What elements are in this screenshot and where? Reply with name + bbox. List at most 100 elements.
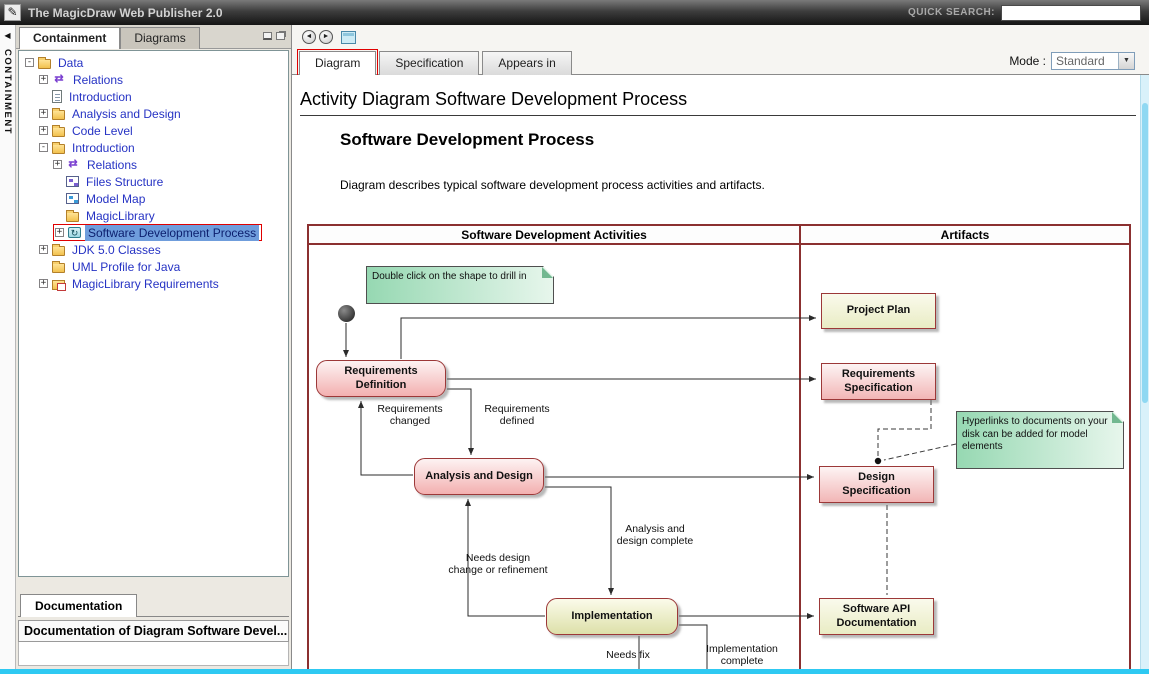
documentation-body xyxy=(18,642,289,666)
quick-search-input[interactable] xyxy=(1001,5,1141,21)
edge-label-implementation-complete: Implementation complete xyxy=(699,643,785,668)
activity-implementation[interactable]: Implementation xyxy=(546,598,678,635)
title-rule xyxy=(300,115,1136,116)
expander-spacer xyxy=(39,92,48,101)
lane-activities-header: Software Development Activities xyxy=(309,226,801,243)
expander-spacer xyxy=(53,177,62,186)
tab-appears-in[interactable]: Appears in xyxy=(482,51,571,75)
note-text: Double click on the shape to drill in xyxy=(372,271,527,282)
lane-divider xyxy=(799,245,801,669)
content-area: Activity Diagram Software Development Pr… xyxy=(292,75,1140,669)
activity-diagram: Software Development Activities Artifact… xyxy=(307,224,1131,669)
tree-item-label: MagicLibrary xyxy=(83,208,158,224)
package-icon xyxy=(38,59,51,69)
tree-item-label: Relations xyxy=(70,72,126,88)
mode-dropdown[interactable]: Standard ▼ xyxy=(1051,52,1135,70)
tree-item-data[interactable]: - Data xyxy=(19,54,288,71)
scrollbar-thumb[interactable] xyxy=(1142,103,1148,403)
tree-item-relations-2[interactable]: + ⇄ Relations xyxy=(19,156,288,173)
expander-icon[interactable]: + xyxy=(39,279,48,288)
artifact-project-plan[interactable]: Project Plan xyxy=(821,293,936,329)
tab-containment[interactable]: Containment xyxy=(19,27,120,49)
folder-icon xyxy=(52,110,65,120)
documentation-header: Documentation of Diagram Software Devel.… xyxy=(18,620,289,642)
tree-item-label: Data xyxy=(55,55,86,71)
relations-icon: ⇄ xyxy=(52,73,66,86)
mode-value: Standard xyxy=(1056,54,1105,68)
tree-item-uml-profile-java[interactable]: UML Profile for Java xyxy=(19,258,288,275)
vertical-scrollbar xyxy=(1140,75,1149,669)
back-icon[interactable]: ◄ xyxy=(302,30,316,44)
body-row: ◀ CONTAINMENT Containment Diagrams - Dat… xyxy=(0,25,1149,669)
selection-annotation-box: + ↻ Software Development Process xyxy=(53,224,262,241)
documentation-section: Documentation Documentation of Diagram S… xyxy=(18,593,289,666)
diagram-window-icon[interactable] xyxy=(341,31,356,44)
artifact-design-specification[interactable]: Design Specification xyxy=(819,466,934,503)
expander-icon[interactable]: + xyxy=(53,160,62,169)
mode-label: Mode : xyxy=(1009,54,1046,68)
expander-spacer xyxy=(53,211,62,220)
containment-tree: - Data + ⇄ Relations Introduction + xyxy=(18,50,289,577)
main-tab-strip: Diagram Specification Appears in Mode : … xyxy=(292,49,1149,75)
activity-diagram-icon: ↻ xyxy=(68,227,81,238)
app-window: ✎ The MagicDraw Web Publisher 2.0 QUICK … xyxy=(0,0,1149,674)
expander-icon[interactable]: + xyxy=(39,126,48,135)
expander-icon[interactable]: + xyxy=(39,75,48,84)
expander-icon[interactable]: + xyxy=(55,228,64,237)
main-panel: ◄ ► Diagram Specification Appears in Mod… xyxy=(292,25,1149,669)
expander-icon[interactable]: + xyxy=(39,109,48,118)
tree-item-magiclibrary[interactable]: MagicLibrary xyxy=(19,207,288,224)
tree-item-introduction-doc[interactable]: Introduction xyxy=(19,88,288,105)
edge-label-requirements-changed: Requirements changed xyxy=(367,403,453,428)
activity-requirements-definition[interactable]: Requirements Definition xyxy=(316,360,446,397)
tree-item-label: Introduction xyxy=(69,140,138,156)
tree-item-magiclibrary-requirements[interactable]: + MagicLibrary Requirements xyxy=(19,275,288,292)
panel-minimize-icon[interactable] xyxy=(263,32,272,40)
folder-icon xyxy=(52,127,65,137)
panel-float-icon[interactable] xyxy=(276,32,285,40)
main-toolbar: ◄ ► xyxy=(292,25,1149,49)
note-drill-in[interactable]: Double click on the shape to drill in xyxy=(366,266,554,304)
document-icon xyxy=(52,90,62,103)
tab-documentation[interactable]: Documentation xyxy=(20,594,137,617)
chevron-down-icon[interactable]: ▼ xyxy=(1118,53,1134,69)
artifact-requirements-specification[interactable]: Requirements Specification xyxy=(821,363,936,400)
expander-spacer xyxy=(39,262,48,271)
expander-icon[interactable]: - xyxy=(25,58,34,67)
note-text: Hyperlinks to documents on your disk can… xyxy=(962,416,1108,452)
tree-item-label: Introduction xyxy=(66,89,135,105)
tree-item-analysis-and-design[interactable]: + Analysis and Design xyxy=(19,105,288,122)
tree-item-label: UML Profile for Java xyxy=(69,259,183,275)
edge-label-analysis-complete: Analysis and design complete xyxy=(609,523,701,548)
app-title: The MagicDraw Web Publisher 2.0 xyxy=(28,6,223,20)
forward-icon[interactable]: ► xyxy=(319,30,333,44)
tree-item-code-level[interactable]: + Code Level xyxy=(19,122,288,139)
tree-item-files-structure[interactable]: Files Structure xyxy=(19,173,288,190)
content-outer: Activity Diagram Software Development Pr… xyxy=(292,75,1149,669)
tree-item-model-map[interactable]: Model Map xyxy=(19,190,288,207)
tree-item-label: JDK 5.0 Classes xyxy=(69,242,164,258)
tree-item-relations[interactable]: + ⇄ Relations xyxy=(19,71,288,88)
profile-folder-icon xyxy=(52,263,65,273)
quick-search-label: QUICK SEARCH: xyxy=(908,7,995,18)
collapse-panel-icon[interactable]: ◀ xyxy=(4,31,10,41)
activity-analysis-and-design[interactable]: Analysis and Design xyxy=(414,458,544,495)
title-bar: ✎ The MagicDraw Web Publisher 2.0 QUICK … xyxy=(0,0,1149,25)
expander-spacer xyxy=(53,194,62,203)
note-hyperlinks[interactable]: Hyperlinks to documents on your disk can… xyxy=(956,411,1124,469)
artifact-software-api-documentation[interactable]: Software API Documentation xyxy=(819,598,934,635)
expander-icon[interactable]: - xyxy=(39,143,48,152)
map-diagram-icon xyxy=(66,193,79,204)
tree-item-label: Relations xyxy=(84,157,140,173)
expander-icon[interactable]: + xyxy=(39,245,48,254)
tree-item-jdk-classes[interactable]: + JDK 5.0 Classes xyxy=(19,241,288,258)
tree-item-introduction-folder[interactable]: - Introduction xyxy=(19,139,288,156)
tree-item-label: Software Development Process xyxy=(85,225,259,241)
tab-diagram[interactable]: Diagram xyxy=(299,51,376,75)
tree-item-software-development-process[interactable]: + ↻ Software Development Process xyxy=(19,224,288,241)
edge-label-needs-design: Needs design change or refinement xyxy=(443,552,553,577)
tree-item-label: MagicLibrary Requirements xyxy=(69,276,222,292)
tab-specification[interactable]: Specification xyxy=(379,51,479,75)
panel-controls xyxy=(263,32,291,48)
tab-diagrams[interactable]: Diagrams xyxy=(120,27,199,49)
